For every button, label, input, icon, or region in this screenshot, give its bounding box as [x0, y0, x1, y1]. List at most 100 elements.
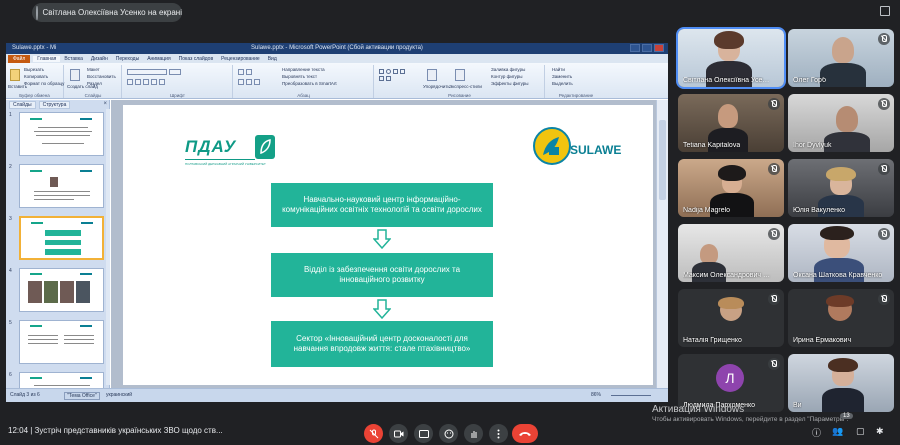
bold-icon[interactable] — [127, 79, 133, 85]
replace-button[interactable]: Заменить — [552, 74, 572, 79]
paragraph-label: Абзац — [297, 93, 310, 98]
layout-button[interactable]: Макет — [87, 67, 100, 72]
find-button[interactable]: Найти — [552, 67, 565, 72]
activities-icon[interactable]: ✱ — [876, 426, 884, 437]
participant-tile[interactable]: Оксана Шаткова Кравченко — [788, 224, 894, 282]
chat-icon[interactable]: ▢ — [856, 426, 865, 437]
shape-star-icon[interactable] — [386, 76, 391, 81]
fullscreen-icon[interactable] — [880, 6, 890, 16]
theme-name[interactable]: "Тема Office" — [64, 392, 100, 400]
shape-outline-button[interactable]: Контур фигуры — [491, 74, 522, 79]
org-box-sector[interactable]: Сектор «Інноваційний центр досконалості … — [271, 321, 493, 367]
font-size-box[interactable] — [169, 69, 181, 75]
align-left-icon[interactable] — [238, 79, 244, 85]
zoom-level[interactable]: 86% — [591, 392, 601, 398]
shape-fill-button[interactable]: Заливка фигуры — [491, 67, 525, 72]
shape-effects-button[interactable]: Эффекты фигуры — [491, 81, 529, 86]
slide-thumbnail[interactable]: 4 — [6, 266, 106, 314]
close-button[interactable] — [654, 44, 664, 52]
cut-button[interactable]: Вырезать — [24, 67, 44, 72]
org-box-department[interactable]: Відділ із забезпечення освіти дорослих т… — [271, 253, 493, 297]
tab-animation[interactable]: Анимация — [143, 56, 174, 62]
shape-arrow-icon[interactable] — [400, 69, 405, 74]
leave-call-button[interactable] — [512, 424, 538, 443]
captions-icon[interactable] — [414, 424, 433, 443]
minimize-button[interactable] — [630, 44, 640, 52]
more-options-icon[interactable] — [489, 424, 508, 443]
slide-thumbnail[interactable]: 6 — [6, 370, 106, 388]
shape-rect-icon[interactable] — [379, 69, 384, 74]
numbering-icon[interactable] — [246, 69, 252, 75]
arrange-button[interactable]: Упорядочить — [423, 84, 450, 89]
text-direction-button[interactable]: Направление текста — [282, 67, 325, 72]
shape-triangle-icon[interactable] — [379, 76, 384, 81]
tab-outline[interactable]: Структура — [38, 100, 71, 109]
participant-tile[interactable]: Tetiana Kapitalova — [678, 94, 784, 152]
bullets-icon[interactable] — [238, 69, 244, 75]
mic-off-icon[interactable] — [364, 424, 383, 443]
participant-tile[interactable]: Наталія Грищенко — [678, 289, 784, 347]
quick-styles-icon[interactable] — [455, 69, 465, 81]
tab-design[interactable]: Дизайн — [87, 56, 112, 62]
thumb-number: 6 — [9, 372, 12, 378]
ribbon-tabs: Файл Главная Вставка Дизайн Переходы Ани… — [6, 54, 668, 63]
strikethrough-icon[interactable] — [151, 79, 157, 85]
presenter-indicator[interactable]: Світлана Олексіївна Усенко на екрані — [32, 3, 182, 22]
tab-view[interactable]: Вид — [264, 56, 281, 62]
quick-styles-button[interactable]: Экспресс-стили — [449, 84, 482, 89]
tab-home[interactable]: Главная — [33, 55, 61, 62]
slides-panel-scrollbar[interactable] — [106, 109, 110, 385]
align-text-button[interactable]: Выровнять текст — [282, 74, 317, 79]
align-right-icon[interactable] — [254, 79, 260, 85]
current-slide[interactable]: ПДАУ ПОЛТАВСЬКИЙ ДЕРЖАВНИЙ АГРАРНИЙ УНІВ… — [123, 105, 653, 385]
new-slide-icon[interactable] — [70, 69, 80, 81]
participant-tile[interactable]: Ihor Dyvlyuk — [788, 94, 894, 152]
tab-slides[interactable]: Слайды — [9, 100, 36, 109]
close-icon[interactable]: × — [103, 101, 107, 107]
org-box-center[interactable]: Навчально-науковий центр інформаційно-ко… — [271, 183, 493, 227]
shared-screen: Sulawe.pptx - Mi Sulawe.pptx - Microsoft… — [6, 43, 668, 402]
participant-tile[interactable]: Nadija Magrelo — [678, 159, 784, 217]
section-button[interactable]: Раздел — [87, 81, 102, 86]
info-icon[interactable]: ⓘ — [812, 426, 821, 439]
tab-transitions[interactable]: Переходы — [112, 56, 143, 62]
raise-hand-icon[interactable] — [464, 424, 483, 443]
shape-line-icon[interactable] — [393, 69, 398, 74]
slide-thumbnail[interactable]: 1 — [6, 110, 106, 158]
italic-icon[interactable] — [135, 79, 141, 85]
select-button[interactable]: Выделить — [552, 81, 573, 86]
arrange-icon[interactable] — [427, 69, 437, 81]
participant-tile[interactable]: Світлана Олексіївна Усенко — [676, 27, 786, 89]
tab-insert[interactable]: Вставка — [60, 56, 87, 62]
emoji-icon[interactable] — [439, 424, 458, 443]
participant-tile[interactable]: Юлія Вакуленко — [788, 159, 894, 217]
copy-button[interactable]: Копировать — [24, 74, 48, 79]
paste-icon[interactable] — [10, 69, 20, 81]
participant-tile-self[interactable]: Ви — [788, 354, 894, 412]
camera-icon[interactable] — [389, 424, 408, 443]
tab-review[interactable]: Рецензирование — [217, 56, 264, 62]
shadow-icon[interactable] — [159, 79, 165, 85]
reset-button[interactable]: Восстановить — [87, 74, 116, 79]
font-name-box[interactable] — [127, 69, 167, 75]
slide-thumbnail[interactable]: 2 — [6, 162, 106, 210]
shape-oval-icon[interactable] — [386, 69, 391, 74]
smartart-button[interactable]: Преобразовать в SmartArt — [282, 81, 337, 86]
participant-tile[interactable]: Олег Горб — [788, 29, 894, 87]
zoom-slider[interactable] — [611, 395, 651, 396]
participant-name: Наталія Грищенко — [683, 337, 742, 344]
format-painter-button[interactable]: Формат по образцу — [24, 81, 64, 86]
slide-thumbnail-selected[interactable]: 3 — [6, 214, 106, 262]
slide-thumbnail[interactable]: 5 — [6, 318, 106, 366]
file-tab[interactable]: Файл — [8, 54, 31, 63]
participant-tile[interactable]: Максим Олександрович П... — [678, 224, 784, 282]
slide-scrollbar[interactable] — [656, 100, 668, 388]
tab-slideshow[interactable]: Показ слайдов — [175, 56, 217, 62]
maximize-button[interactable] — [642, 44, 652, 52]
muted-mic-icon — [768, 163, 780, 175]
language-indicator[interactable]: украинский — [106, 392, 132, 398]
participant-tile[interactable]: Ирина Ермакович — [788, 289, 894, 347]
people-icon[interactable]: 👥 — [832, 426, 843, 437]
underline-icon[interactable] — [143, 79, 149, 85]
align-center-icon[interactable] — [246, 79, 252, 85]
